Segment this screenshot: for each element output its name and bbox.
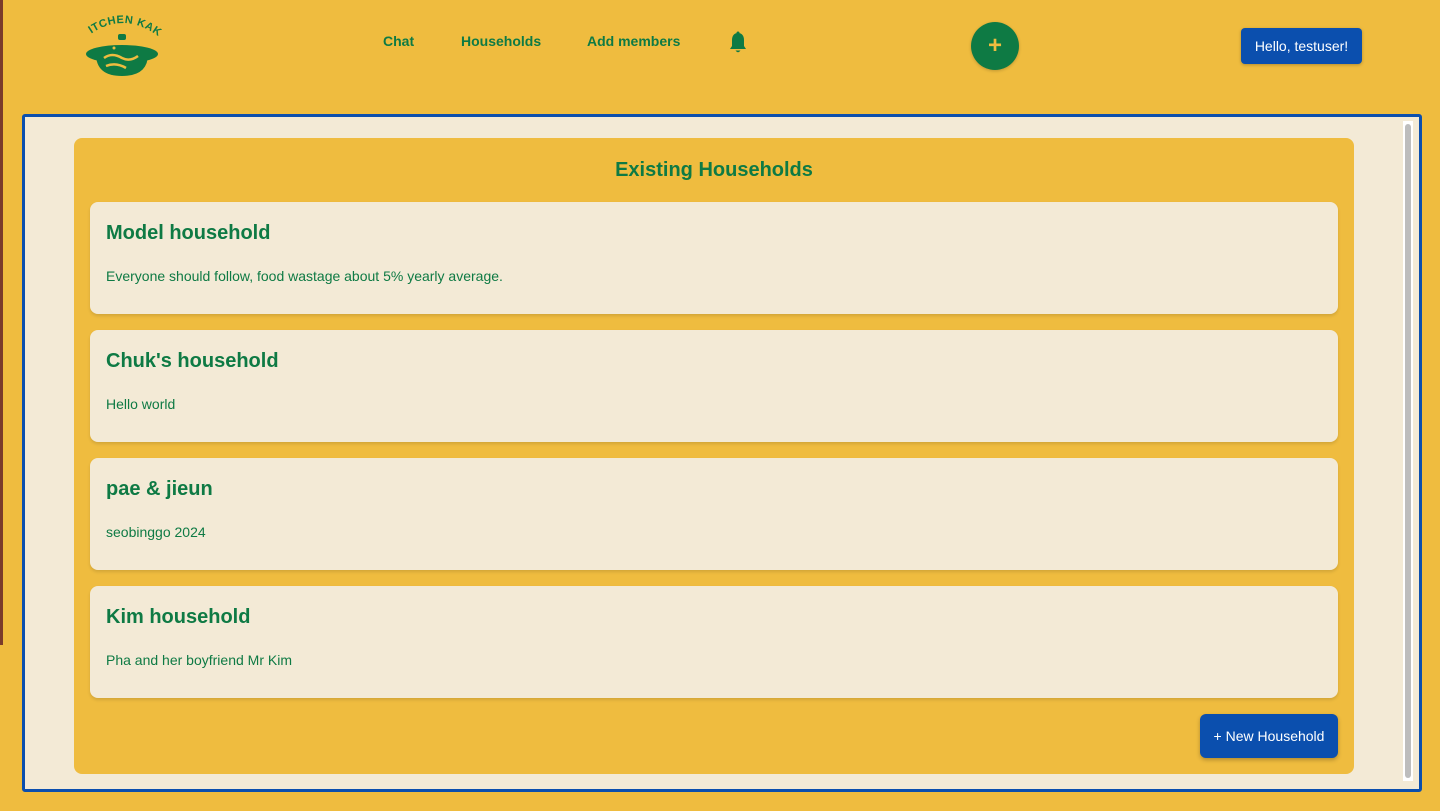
household-name: Chuk's household [106,350,279,372]
content-frame: Existing Households Model household Ever… [22,114,1422,792]
page-title: Existing Households [615,159,813,181]
households-panel: Existing Households Model household Ever… [74,138,1354,774]
household-description: Hello world [106,396,176,412]
window-edge [0,0,3,645]
plus-icon: + [987,32,1002,59]
household-name: Model household [106,222,271,244]
household-card[interactable]: Chuk's household Hello world [90,330,1338,442]
add-fab-button[interactable]: + [971,22,1019,70]
nav-add-members[interactable]: Add members [587,33,680,49]
bell-icon[interactable] [727,31,749,55]
household-description: Pha and her boyfriend Mr Kim [106,652,292,668]
nav-households[interactable]: Households [461,33,541,49]
kitchen-kaki-logo[interactable]: KITCHEN KAKI [78,5,163,78]
household-card[interactable]: Kim household Pha and her boyfriend Mr K… [90,586,1338,698]
page: KITCHEN KAKI Chat Households Add members… [0,0,1440,811]
new-household-button[interactable]: + New Household [1200,714,1338,758]
scrollbar-thumb[interactable] [1405,124,1411,778]
user-menu-button[interactable]: Hello, testuser! [1241,28,1362,64]
household-card[interactable]: pae & jieun seobinggo 2024 [90,458,1338,570]
household-description: seobinggo 2024 [106,524,206,540]
scrollbar[interactable] [1403,121,1413,781]
nav-chat[interactable]: Chat [383,33,414,49]
household-name: pae & jieun [106,478,213,500]
household-description: Everyone should follow, food wastage abo… [106,268,503,284]
household-card[interactable]: Model household Everyone should follow, … [90,202,1338,314]
household-name: Kim household [106,606,251,628]
